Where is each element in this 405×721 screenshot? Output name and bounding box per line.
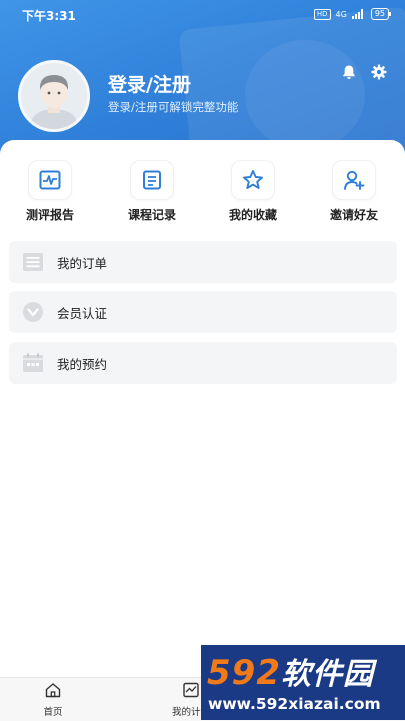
status-bar: 下午3:31 HD 4G 95 xyxy=(0,0,405,28)
quick-action-label: 邀请好友 xyxy=(329,208,378,222)
watermark-brand-text: 软件园 xyxy=(280,657,374,692)
network-type: 4G xyxy=(335,9,347,19)
quick-action-label: 课程记录 xyxy=(127,208,176,222)
quick-action-course-record[interactable]: 课程记录 xyxy=(117,160,187,223)
quick-action-invite[interactable]: 邀请好友 xyxy=(319,160,389,223)
quick-action-label: 测评报告 xyxy=(25,208,74,222)
calendar-icon xyxy=(22,352,44,374)
home-icon xyxy=(45,683,61,698)
menu-item-label: 我的预约 xyxy=(57,356,108,372)
invite-user-icon xyxy=(332,160,376,200)
quick-action-favorites[interactable]: 我的收藏 xyxy=(218,160,288,223)
watermark-url: www.592xiazai.com xyxy=(208,695,381,713)
default-avatar-icon xyxy=(21,63,87,129)
plan-chart-icon xyxy=(183,682,199,698)
login-register-subtitle: 登录/注册可解锁完整功能 xyxy=(108,100,239,114)
menu-item-membership[interactable]: 会员认证 xyxy=(9,291,397,333)
order-list-icon xyxy=(22,251,44,273)
avatar[interactable] xyxy=(18,60,90,132)
signal-icon xyxy=(351,9,366,19)
watermark-brand-number: 592 xyxy=(207,653,281,693)
header-decoration-circle xyxy=(245,40,365,150)
status-time: 下午3:31 xyxy=(22,9,76,23)
menu-item-orders[interactable]: 我的订单 xyxy=(9,241,397,283)
gear-icon[interactable] xyxy=(371,64,389,82)
watermark-brand: 592软件园 xyxy=(207,649,374,693)
status-indicators: HD 4G 95 xyxy=(313,8,392,20)
menu-item-label: 会员认证 xyxy=(57,305,108,321)
course-record-icon xyxy=(130,160,174,200)
menu-item-appointments[interactable]: 我的预约 xyxy=(9,342,397,384)
bell-icon[interactable] xyxy=(341,64,359,82)
quick-action-label: 我的收藏 xyxy=(228,208,277,222)
hd-badge: HD xyxy=(313,8,331,20)
menu-item-label: 我的订单 xyxy=(57,255,108,271)
battery-indicator: 95 xyxy=(370,8,392,20)
login-register-title[interactable]: 登录/注册 xyxy=(108,70,191,97)
member-badge-icon xyxy=(22,301,44,323)
watermark-overlay: 592软件园 www.592xiazai.com xyxy=(201,645,405,720)
tab-label: 首页 xyxy=(43,707,63,718)
star-icon xyxy=(231,160,275,200)
tab-home[interactable]: 首页 xyxy=(18,682,88,718)
quick-action-report[interactable]: 测评报告 xyxy=(15,160,85,223)
report-chart-icon xyxy=(28,160,72,200)
